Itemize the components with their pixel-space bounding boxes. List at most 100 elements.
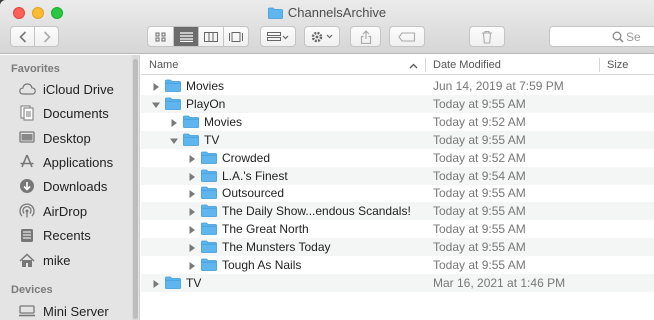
table-row[interactable]: The Munsters Today Today at 9:55 AM — [141, 238, 654, 257]
date-modified: Today at 9:55 AM — [433, 186, 526, 201]
folder-icon — [201, 222, 217, 238]
table-row[interactable]: Outsourced Today at 9:55 AM — [141, 184, 654, 202]
sidebar-item-label: Recents — [43, 227, 91, 243]
date-modified: Today at 9:55 AM — [433, 240, 526, 255]
share-icon — [360, 29, 371, 44]
disclosure-triangle-collapsed-icon[interactable] — [187, 188, 197, 199]
column-header-date-modified[interactable]: Date Modified — [433, 59, 501, 71]
table-row[interactable]: TV Mar 16, 2021 at 1:46 PM — [141, 273, 654, 292]
disclosure-triangle-expanded-icon[interactable] — [151, 99, 161, 109]
file-list: Name Date Modified Size Movies Jun 14, 20… — [141, 55, 654, 320]
sidebar-scrollbar[interactable] — [132, 55, 138, 320]
computer-icon — [18, 303, 36, 319]
disclosure-triangle-collapsed-icon[interactable] — [169, 117, 179, 127]
date-modified: Today at 9:52 AM — [433, 150, 526, 165]
sidebar-item-mike[interactable]: mike — [18, 250, 133, 270]
sidebar-heading-favorites: Favorites — [11, 63, 60, 75]
recents-icon — [18, 227, 36, 243]
disclosure-triangle-collapsed-icon[interactable] — [151, 81, 161, 91]
disclosure-triangle-expanded-icon[interactable] — [169, 135, 179, 145]
disclosure-triangle-collapsed-icon[interactable] — [187, 242, 197, 253]
disclosure-triangle-collapsed-icon[interactable] — [151, 278, 161, 288]
disclosure-triangle-collapsed-icon[interactable] — [187, 171, 197, 181]
folder-icon — [165, 276, 181, 292]
table-row[interactable]: Movies Jun 14, 2019 at 7:59 PM — [141, 77, 654, 95]
sidebar-item-applications[interactable]: Applications — [18, 152, 133, 172]
sidebar-item-label: Downloads — [43, 178, 108, 194]
disclosure-triangle-collapsed-icon[interactable] — [187, 224, 197, 235]
file-name: Tough As Nails — [222, 258, 302, 272]
column-header-name[interactable]: Name — [149, 59, 178, 71]
sidebar: Favorites iCloud Drive Documents Desktop… — [0, 55, 140, 320]
sidebar-item-mini-server[interactable]: Mini Server — [18, 301, 133, 320]
disclosure-triangle-collapsed-icon[interactable] — [187, 206, 197, 217]
file-name: L.A.'s Finest — [222, 168, 288, 183]
file-name: Movies — [186, 79, 225, 93]
table-row[interactable]: Crowded Today at 9:52 AM — [141, 149, 654, 167]
sidebar-item-airdrop[interactable]: AirDrop — [18, 201, 133, 221]
sidebar-item-icloud-drive[interactable]: iCloud Drive — [18, 79, 133, 99]
desktop-icon — [18, 130, 36, 146]
back-button[interactable] — [11, 27, 34, 46]
file-name: Movies — [204, 114, 243, 129]
date-modified: Today at 9:55 AM — [433, 222, 526, 237]
trash-icon — [482, 30, 492, 44]
table-row[interactable]: Movies Today at 9:52 AM — [141, 113, 654, 131]
search-field[interactable]: Se — [549, 26, 654, 47]
sidebar-item-label: Applications — [43, 154, 114, 170]
column-header-size[interactable]: Size — [607, 59, 628, 71]
folder-icon — [165, 97, 181, 113]
sidebar-item-documents[interactable]: Documents — [18, 103, 133, 123]
file-name: PlayOn — [186, 96, 226, 111]
file-name: TV — [204, 132, 220, 147]
folder-icon — [183, 133, 199, 149]
folder-icon — [201, 204, 217, 220]
table-row[interactable]: The Great North Today at 9:55 AM — [141, 220, 654, 238]
delete-button[interactable] — [469, 26, 505, 47]
date-modified: Today at 9:55 AM — [433, 204, 526, 219]
home-icon — [18, 252, 36, 268]
search-placeholder: Se — [626, 29, 641, 44]
window-title: ChannelsArchive — [0, 5, 654, 22]
gallery-view-button[interactable] — [223, 27, 248, 46]
sidebar-item-desktop[interactable]: Desktop — [18, 128, 133, 148]
file-name: Crowded — [222, 150, 271, 165]
action-menu-button[interactable] — [304, 26, 340, 47]
forward-button[interactable] — [34, 27, 58, 46]
folder-icon — [201, 240, 217, 256]
table-row[interactable]: L.A.'s Finest Today at 9:54 AM — [141, 166, 654, 185]
folder-icon — [201, 186, 217, 202]
table-row[interactable]: Tough As Nails Today at 9:55 AM — [141, 256, 654, 274]
date-modified: Today at 9:55 AM — [433, 132, 526, 147]
table-row[interactable]: TV Today at 9:55 AM — [141, 130, 654, 149]
tag-button[interactable] — [389, 26, 425, 47]
sort-ascending-icon — [409, 60, 418, 72]
folder-icon — [183, 115, 199, 131]
file-name: The Great North — [222, 222, 309, 237]
sidebar-item-label: mike — [43, 252, 71, 268]
column-view-button[interactable] — [198, 27, 223, 46]
date-modified: Jun 14, 2019 at 7:59 PM — [433, 79, 564, 93]
toolbar: ChannelsArchive Se — [0, 0, 654, 54]
sidebar-item-recents[interactable]: Recents — [18, 225, 133, 245]
download-icon — [18, 178, 36, 194]
folder-icon — [267, 7, 283, 22]
date-modified: Today at 9:54 AM — [433, 168, 526, 183]
disclosure-triangle-collapsed-icon[interactable] — [187, 153, 197, 163]
table-row[interactable]: The Daily Show...endous Scandals! Today a… — [141, 202, 654, 221]
gear-icon — [311, 31, 333, 42]
search-icon — [612, 31, 624, 46]
share-button[interactable] — [350, 26, 381, 47]
disclosure-triangle-collapsed-icon[interactable] — [187, 260, 197, 270]
chevron-left-icon — [19, 30, 26, 43]
icon-view-button[interactable] — [148, 27, 173, 46]
sidebar-heading-devices: Devices — [11, 284, 53, 296]
sidebar-scrollbar-thumb[interactable] — [133, 59, 138, 319]
table-row[interactable]: PlayOn Today at 9:55 AM — [141, 94, 654, 113]
list-view-button[interactable] — [173, 27, 198, 46]
list-icon — [179, 31, 193, 42]
navigation-buttons — [10, 26, 59, 47]
document-icon — [18, 105, 36, 121]
sidebar-item-downloads[interactable]: Downloads — [18, 176, 133, 196]
group-by-button[interactable] — [260, 26, 296, 47]
